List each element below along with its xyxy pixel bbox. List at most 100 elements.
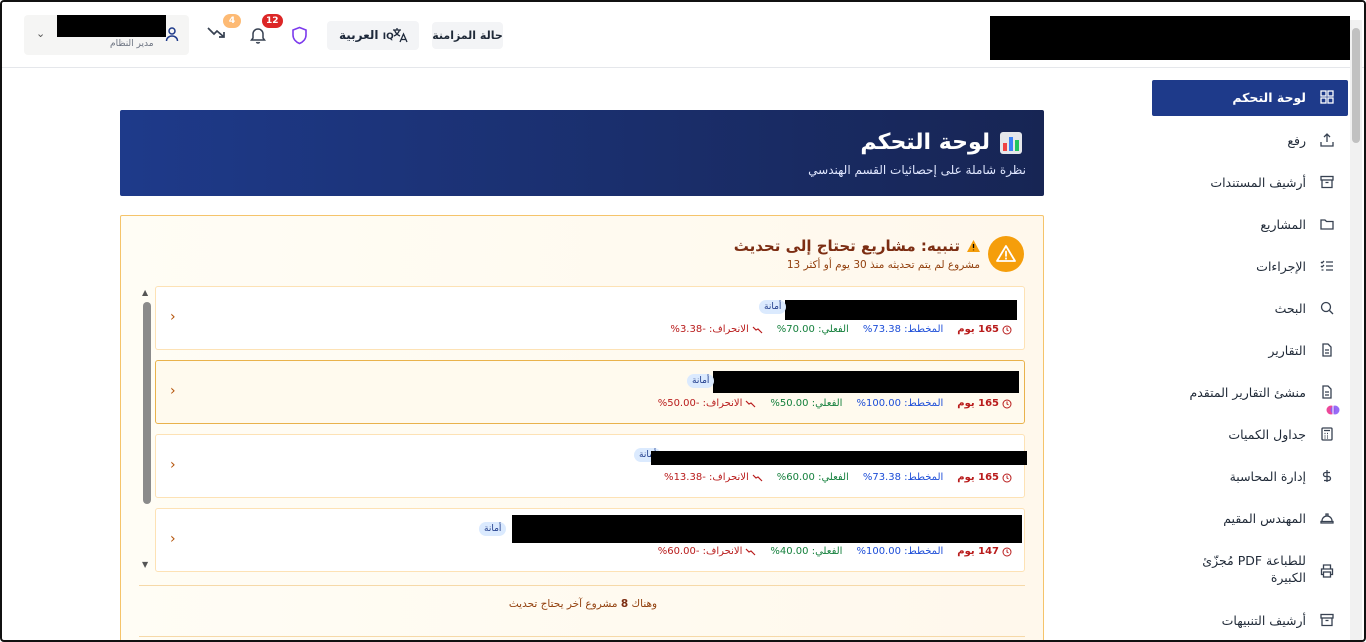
alert-subtitle: 13 مشروع لم يتم تحديثه منذ 30 يوم أو أكث… <box>786 259 980 271</box>
redacted-project-name <box>713 371 1019 393</box>
project-tag: أمانة <box>479 522 507 536</box>
bar-chart-icon <box>1000 131 1022 154</box>
trending-down-button[interactable] <box>206 24 226 43</box>
page-scrollbar-thumb[interactable] <box>1352 28 1360 143</box>
sidebar-item-advanced-report-builder[interactable]: منشئ التقارير المتقدم <box>1152 375 1348 411</box>
trending-down-icon <box>752 326 763 333</box>
trending-down-icon <box>745 400 756 407</box>
planned-progress: المخطط: 100.00% <box>856 546 944 557</box>
chevron-right-icon[interactable]: › <box>170 309 176 325</box>
redacted-project-name <box>651 451 1027 465</box>
page-title-text: لوحة التحكم <box>860 130 990 155</box>
calculator-icon <box>1320 427 1334 444</box>
sidebar-item-dashboard[interactable]: لوحة التحكم <box>1152 80 1348 116</box>
redacted-project-name <box>785 300 1017 320</box>
sidebar-item-label: لوحة التحكم <box>1232 90 1306 105</box>
dollar-icon <box>1320 469 1334 486</box>
ai-assistant-icon[interactable] <box>1326 403 1340 421</box>
sidebar-item-label: أرشيف المستندات <box>1210 175 1306 190</box>
sidebar-nav: لوحة التحكم رفع أرشيف المستندات المشاريع… <box>1152 68 1348 640</box>
trending-down-icon <box>752 474 763 481</box>
planned-progress: المخطط: 73.38% <box>862 472 944 483</box>
search-icon <box>1320 301 1334 318</box>
trend-badge: 4 <box>223 14 241 28</box>
user-role: مدير النظام <box>110 39 154 49</box>
projects-list-scroll-thumb[interactable] <box>143 302 151 504</box>
project-card[interactable]: › أمانة 165 يوم المخطط: 73.38% الفعلي: 7… <box>155 286 1025 350</box>
sidebar-item-accounting[interactable]: إدارة المحاسبة <box>1152 459 1348 495</box>
deviation: الانحراف: -3.38% <box>670 324 763 335</box>
sidebar-item-label: البحث <box>1274 301 1306 316</box>
upload-icon <box>1320 133 1334 150</box>
planned-progress: المخطط: 73.38% <box>862 324 944 335</box>
redacted-username <box>57 15 166 37</box>
notifications-button[interactable] <box>249 26 267 48</box>
sidebar-item-reports[interactable]: التقارير <box>1152 333 1348 369</box>
chevron-right-icon[interactable]: › <box>170 457 176 473</box>
alert-title-text: تنبيه: مشاريع تحتاج إلى تحديث <box>733 237 960 255</box>
stale-projects-alert: تنبيه: مشاريع تحتاج إلى تحديث 13 مشروع ل… <box>120 215 1044 640</box>
sidebar-item-label: رفع <box>1287 133 1306 148</box>
dashboard-grid-icon <box>1320 90 1334 107</box>
alert-title: تنبيه: مشاريع تحتاج إلى تحديث <box>734 237 981 255</box>
days-since-update: 147 يوم <box>957 546 1012 557</box>
project-tag: أمانة <box>687 374 715 388</box>
days-since-update: 165 يوم <box>957 472 1012 483</box>
dashboard-hero-banner: لوحة التحكم نظرة شاملة على إحصائيات القس… <box>120 110 1044 196</box>
project-stats: 147 يوم المخطط: 100.00% الفعلي: 40.00% ا… <box>658 546 1012 557</box>
page-subtitle: نظرة شاملة على إحصائيات القسم الهندسي <box>808 163 1026 177</box>
sidebar-item-projects[interactable]: المشاريع <box>1152 207 1348 243</box>
sync-status-button[interactable]: حالة المزامنة <box>432 22 503 49</box>
translate-icon <box>391 26 409 47</box>
project-stats: 165 يوم المخطط: 73.38% الفعلي: 60.00% ال… <box>664 472 1012 483</box>
planned-progress: المخطط: 100.00% <box>856 398 944 409</box>
sidebar-item-upload[interactable]: رفع <box>1152 123 1348 159</box>
file-icon <box>1320 385 1334 402</box>
scroll-down-arrow-icon[interactable]: ▼ <box>142 560 148 569</box>
clock-icon <box>1002 473 1012 482</box>
clock-icon <box>1002 547 1012 556</box>
sidebar-item-procedures[interactable]: الإجراءات <box>1152 249 1348 285</box>
sidebar-item-resident-engineer[interactable]: المهندس المقيم <box>1152 501 1348 537</box>
sidebar-item-label: جداول الكميات <box>1228 427 1306 442</box>
page-scrollbar[interactable] <box>1350 20 1362 640</box>
archive-icon <box>1320 175 1334 192</box>
days-since-update: 165 يوم <box>957 324 1012 335</box>
user-menu[interactable]: ⌄ مدير النظام <box>24 15 189 55</box>
divider <box>139 585 1025 586</box>
projects-list-scrollbar[interactable]: ▲ ▼ <box>141 288 153 572</box>
redacted-project-name <box>512 515 1022 543</box>
chevron-down-icon[interactable]: ⌄ <box>36 27 45 40</box>
page-title: لوحة التحكم <box>860 130 1022 155</box>
deviation: الانحراف: -13.38% <box>664 472 763 483</box>
sidebar-item-label: منشئ التقارير المتقدم <box>1189 385 1307 400</box>
scroll-up-arrow-icon[interactable]: ▲ <box>142 288 148 297</box>
sidebar-item-label: الإجراءات <box>1256 259 1306 274</box>
sidebar-item-alerts-archive[interactable]: أرشيف التنبيهات <box>1152 603 1348 639</box>
sidebar-item-label: أرشيف التنبيهات <box>1221 613 1306 628</box>
project-card[interactable]: › أمانة 165 يوم المخطط: 100.00% الفعلي: … <box>155 360 1025 424</box>
sidebar-item-documents-archive[interactable]: أرشيف المستندات <box>1152 165 1348 201</box>
shield-icon <box>292 26 307 45</box>
days-since-update: 165 يوم <box>957 398 1012 409</box>
sidebar-item-pdf-splitter[interactable]: مُجزّئ PDF للطباعة الكبيرة <box>1152 551 1348 591</box>
actual-progress: الفعلي: 50.00% <box>770 398 843 409</box>
sidebar-item-label: مُجزّئ PDF للطباعة الكبيرة <box>1202 553 1306 585</box>
sidebar-item-bill-of-quantities[interactable]: جداول الكميات <box>1152 417 1348 453</box>
printer-icon <box>1320 564 1334 581</box>
project-stats: 165 يوم المخطط: 73.38% الفعلي: 70.00% ال… <box>670 324 1012 335</box>
actual-progress: الفعلي: 40.00% <box>770 546 843 557</box>
project-card[interactable]: › أمانة 147 يوم المخطط: 100.00% الفعلي: … <box>155 508 1025 572</box>
chevron-right-icon[interactable]: › <box>170 383 176 399</box>
user-icon <box>165 26 179 46</box>
project-card[interactable]: › أمانة 165 يوم المخطط: 73.38% الفعلي: 6… <box>155 434 1027 498</box>
deviation: الانحراف: -50.00% <box>658 398 757 409</box>
security-button[interactable] <box>291 26 308 49</box>
chevron-right-icon[interactable]: › <box>170 531 176 547</box>
deviation: الانحراف: -60.00% <box>658 546 757 557</box>
sidebar-item-label: إدارة المحاسبة <box>1229 469 1306 484</box>
sidebar-item-label: المهندس المقيم <box>1223 511 1306 526</box>
project-tag: أمانة <box>759 300 787 314</box>
sidebar-item-search[interactable]: البحث <box>1152 291 1348 327</box>
language-switcher[interactable]: العربية IQ <box>327 21 419 50</box>
